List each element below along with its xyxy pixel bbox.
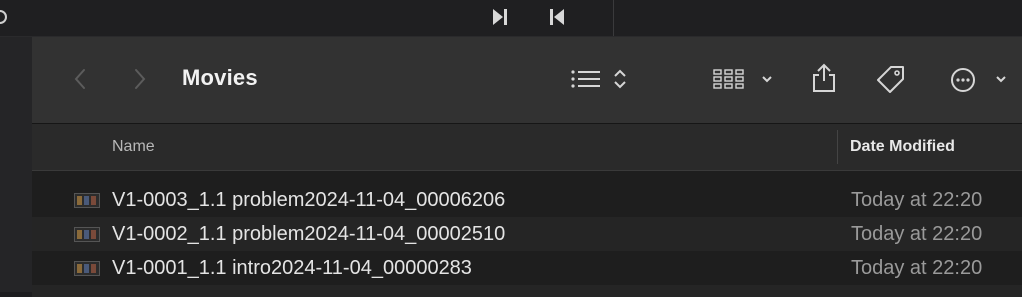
list-item[interactable]: V1-0001_1.1 intro2024-11-04_00000283 Tod… bbox=[32, 251, 1022, 285]
video-file-icon bbox=[74, 261, 100, 276]
list-item[interactable]: V1-0002_1.1 problem2024-11-04_00002510 T… bbox=[32, 217, 1022, 251]
file-name: V1-0001_1.1 intro2024-11-04_00000283 bbox=[112, 257, 472, 279]
file-date: Today at 22:20 bbox=[851, 223, 983, 245]
video-file-icon bbox=[74, 227, 100, 242]
skip-back-icon[interactable] bbox=[546, 6, 568, 28]
toolbar: Movies bbox=[32, 37, 1022, 124]
back-chevron-icon[interactable] bbox=[68, 65, 92, 93]
column-header: Name Date Modified bbox=[32, 124, 1022, 171]
chevron-down-icon[interactable] bbox=[760, 71, 774, 87]
grid-view-icon[interactable] bbox=[712, 67, 746, 91]
column-date-modified-header[interactable]: Date Modified bbox=[850, 138, 955, 156]
list-item[interactable]: V1-0003_1.1 problem2024-11-04_00006206 T… bbox=[32, 183, 1022, 217]
partial-circle-icon bbox=[0, 6, 10, 28]
file-name: V1-0002_1.1 problem2024-11-04_00002510 bbox=[112, 223, 506, 245]
chevron-down-icon[interactable] bbox=[994, 71, 1008, 87]
finder-window: Movies Name Date Modified V1-0003_1.1 pr… bbox=[32, 37, 1022, 297]
file-name: V1-0003_1.1 problem2024-11-04_00006206 bbox=[112, 189, 506, 211]
sort-arrows-icon[interactable] bbox=[612, 67, 628, 91]
left-sidebar-edge bbox=[0, 37, 33, 292]
list-item[interactable] bbox=[32, 285, 1022, 297]
column-name-header[interactable]: Name bbox=[112, 138, 155, 156]
list-view-icon[interactable] bbox=[570, 67, 602, 91]
share-icon[interactable] bbox=[810, 61, 838, 95]
topbar-divider bbox=[613, 0, 614, 36]
window-title: Movies bbox=[182, 65, 258, 90]
tag-icon[interactable] bbox=[874, 63, 908, 97]
file-date: Today at 22:20 bbox=[851, 257, 983, 279]
file-list: V1-0003_1.1 problem2024-11-04_00006206 T… bbox=[32, 183, 1022, 297]
video-file-icon bbox=[74, 193, 100, 208]
column-divider[interactable] bbox=[837, 130, 838, 164]
file-date: Today at 22:20 bbox=[851, 189, 983, 211]
more-icon[interactable] bbox=[948, 65, 978, 95]
forward-chevron-icon[interactable] bbox=[128, 65, 152, 93]
skip-forward-icon[interactable] bbox=[489, 6, 511, 28]
top-bar bbox=[0, 0, 1022, 37]
